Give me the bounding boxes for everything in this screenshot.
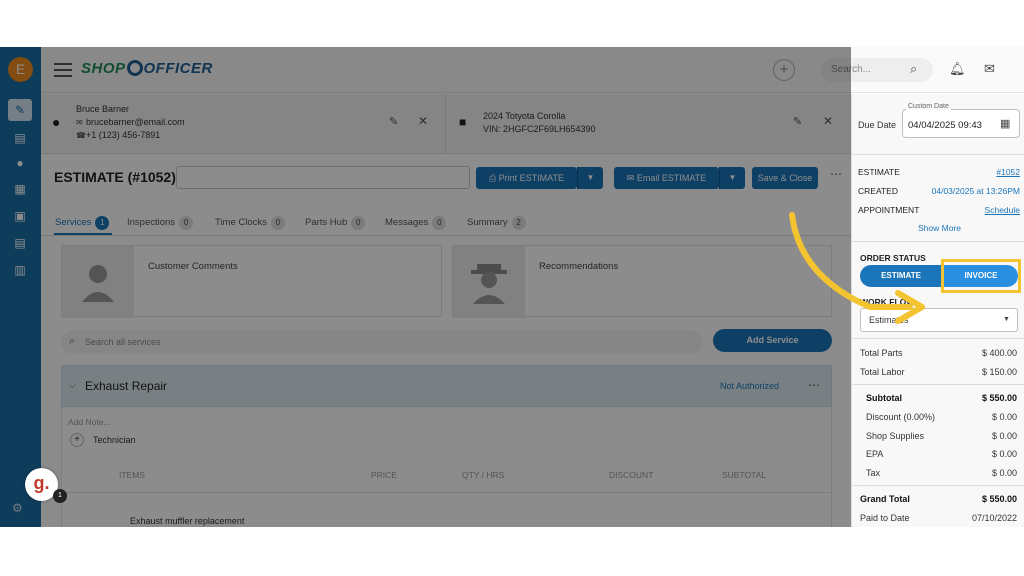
created-value: 04/03/2025 at 13:26PM [931,186,1020,196]
bell-icon[interactable]: 🔔︎ [949,61,966,77]
paid-to-date-value: 07/10/2022 [971,513,1017,523]
search-icon[interactable]: ⌕ [910,61,917,77]
custom-date-legend: Custom Date [906,103,951,110]
grand-total-value: $ 550.00 [981,494,1017,504]
discount-label: Discount (0.00%) [866,412,936,422]
tax-value: $ 0.00 [991,468,1017,478]
shop-supplies-label: Shop Supplies [866,431,925,441]
app-window: E ✎ ▤ ● ▦ ▣ ▤ ▥ ⚙ SHOP OFFICER + Search..… [0,47,1024,527]
divider [852,485,1024,486]
paid-to-date-label: Paid to Date [860,513,910,523]
dropdown-caret-icon: ▼ [1003,316,1010,323]
discount-value: $ 0.00 [991,412,1017,422]
epa-value: $ 0.00 [991,449,1017,459]
total-parts-value: $ 400.00 [981,348,1017,358]
created-label: CREATED [858,186,898,196]
calendar-icon[interactable]: ▦ [1000,117,1010,130]
due-date-label: Due Date [858,120,897,130]
mail-icon[interactable]: ✉ [984,61,995,77]
dim-overlay [0,47,851,527]
grand-total-label: Grand Total [860,494,910,504]
shop-supplies-value: $ 0.00 [991,431,1017,441]
divider [852,384,1024,385]
divider [852,154,1024,155]
invoice-highlight-box [941,259,1021,293]
schedule-link[interactable]: Schedule [985,205,1020,215]
total-labor-value: $ 150.00 [981,367,1017,377]
subtotal-value: $ 550.00 [981,393,1017,403]
subtotal-label: Subtotal [866,393,902,403]
divider [852,338,1024,339]
epa-label: EPA [866,449,884,459]
total-parts-label: Total Parts [860,348,903,358]
guide-count-badge: 1 [53,489,67,503]
pointer-arrow-icon [789,212,925,324]
tax-label: Tax [866,468,881,478]
total-labor-label: Total Labor [860,367,905,377]
estimate-label: ESTIMATE [858,167,900,177]
due-date-value: 04/04/2025 09:43 [908,120,982,131]
estimate-number-link[interactable]: #1052 [996,167,1020,177]
